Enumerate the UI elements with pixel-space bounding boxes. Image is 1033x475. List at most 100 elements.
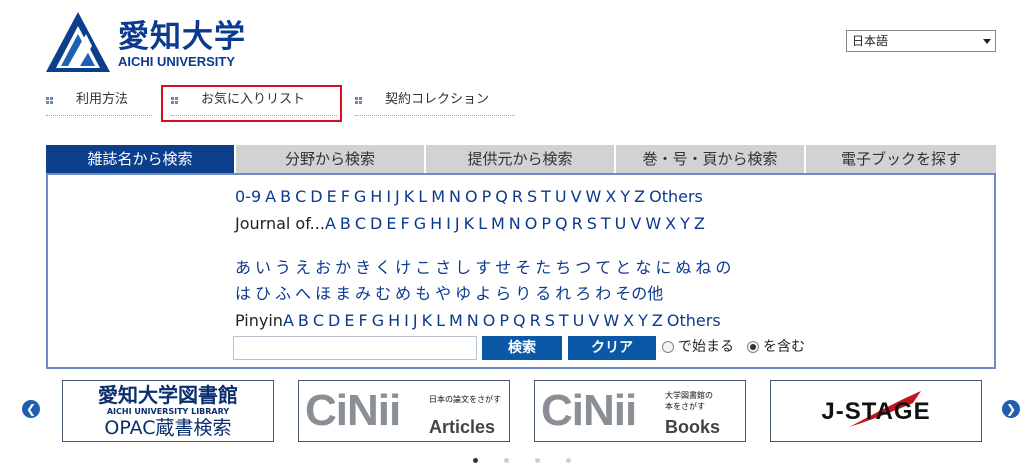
banner-cinii-articles[interactable]: CiNii 日本の論文をさがす Articles (298, 380, 510, 442)
index-link[interactable]: T (559, 311, 569, 330)
index-link[interactable]: け (395, 258, 411, 277)
index-link[interactable]: よ (475, 284, 491, 303)
language-select[interactable]: 日本語 (846, 30, 996, 52)
index-link[interactable]: U (615, 214, 627, 233)
tab-search-by-provider[interactable]: 提供元から検索 (426, 145, 614, 173)
index-link[interactable]: W (603, 311, 619, 330)
index-link[interactable]: あ (235, 258, 251, 277)
index-link[interactable]: P (482, 187, 492, 206)
index-link[interactable]: X (665, 214, 676, 233)
carousel-dot-3[interactable] (535, 458, 540, 463)
index-link[interactable]: な (635, 258, 651, 277)
index-link[interactable]: し (455, 258, 471, 277)
index-link[interactable]: ふ (275, 284, 291, 303)
index-link[interactable]: H (370, 187, 382, 206)
link-usage-guide[interactable]: 利用方法 (46, 88, 152, 116)
index-link[interactable]: Z (634, 187, 645, 206)
index-link[interactable]: れ (555, 284, 571, 303)
index-link[interactable]: も (415, 284, 431, 303)
index-link[interactable]: U (555, 187, 567, 206)
index-link[interactable]: D (370, 214, 382, 233)
index-link[interactable]: N (449, 187, 461, 206)
index-link[interactable]: V (630, 214, 641, 233)
index-link[interactable]: U (573, 311, 585, 330)
title-search-input[interactable] (233, 336, 477, 360)
index-link[interactable]: Others (649, 187, 703, 206)
index-link[interactable]: O (525, 214, 538, 233)
index-link[interactable]: は (235, 284, 251, 303)
index-link[interactable]: に (655, 258, 671, 277)
index-link[interactable]: F (400, 214, 409, 233)
index-link[interactable]: Y (638, 311, 648, 330)
index-link[interactable]: R (572, 214, 583, 233)
index-link[interactable]: L (418, 187, 427, 206)
index-link[interactable]: Y (680, 214, 690, 233)
radio-starts-with[interactable] (662, 341, 674, 353)
index-link[interactable]: り (515, 284, 531, 303)
index-link[interactable]: た (535, 258, 551, 277)
index-link[interactable]: F (341, 187, 350, 206)
index-link[interactable]: て (595, 258, 611, 277)
index-link[interactable]: W (586, 187, 602, 206)
index-link[interactable]: う (275, 258, 291, 277)
index-link[interactable]: ら (495, 284, 511, 303)
index-link[interactable]: Q (513, 311, 526, 330)
index-link[interactable]: B (280, 187, 291, 206)
tab-ebooks[interactable]: 電子ブックを探す (806, 145, 996, 173)
index-link[interactable]: C (295, 187, 306, 206)
carousel-prev-button[interactable]: ❮ (22, 400, 40, 418)
index-link[interactable]: 0-9 (235, 187, 261, 206)
index-link[interactable]: P (541, 214, 551, 233)
index-link[interactable]: O (483, 311, 496, 330)
index-link[interactable]: つ (575, 258, 591, 277)
index-link[interactable]: い (255, 258, 271, 277)
index-link[interactable]: き (355, 258, 371, 277)
index-link[interactable]: O (465, 187, 478, 206)
index-link[interactable]: わ (595, 284, 611, 303)
index-link[interactable]: V (571, 187, 582, 206)
index-link[interactable]: Y (620, 187, 630, 206)
index-link[interactable]: ち (555, 258, 571, 277)
tab-search-by-subject[interactable]: 分野から検索 (236, 145, 424, 173)
index-link[interactable]: H (388, 311, 400, 330)
index-link[interactable]: そ (515, 258, 531, 277)
index-link[interactable]: V (588, 311, 599, 330)
carousel-dot-4[interactable] (566, 458, 571, 463)
index-link[interactable]: A (265, 187, 276, 206)
index-link[interactable]: ろ (575, 284, 591, 303)
index-link[interactable]: I (446, 214, 451, 233)
tab-search-by-volume[interactable]: 巻・号・頁から検索 (616, 145, 804, 173)
index-link[interactable]: T (601, 214, 611, 233)
index-link[interactable]: P (499, 311, 509, 330)
index-link[interactable]: X (605, 187, 616, 206)
index-link[interactable]: J (395, 187, 400, 206)
index-link[interactable]: C (355, 214, 366, 233)
carousel-next-button[interactable]: ❯ (1002, 400, 1020, 418)
index-link[interactable]: く (375, 258, 391, 277)
index-link[interactable]: R (512, 187, 523, 206)
index-link[interactable]: す (475, 258, 491, 277)
index-link[interactable]: W (645, 214, 661, 233)
banner-library-opac[interactable]: 愛知大学図書館 AICHI UNIVERSITY LIBRARY OPAC蔵書検… (62, 380, 274, 442)
index-link[interactable]: E (344, 311, 354, 330)
index-link[interactable]: D (310, 187, 322, 206)
university-logo[interactable]: 愛知大学 AICHI UNIVERSITY (46, 12, 261, 74)
index-link[interactable]: む (375, 284, 391, 303)
index-link[interactable]: せ (495, 258, 511, 277)
index-link[interactable]: ひ (255, 284, 271, 303)
index-link[interactable]: S (527, 187, 537, 206)
index-link[interactable]: の (715, 258, 731, 277)
index-link[interactable]: Q (555, 214, 568, 233)
index-link[interactable]: る (535, 284, 551, 303)
index-link[interactable]: M (491, 214, 505, 233)
radio-contains[interactable] (747, 341, 759, 353)
index-link[interactable]: ぬ (675, 258, 691, 277)
index-link[interactable]: お (315, 258, 331, 277)
index-link[interactable]: み (355, 284, 371, 303)
index-link[interactable]: E (386, 214, 396, 233)
link-subscribed-collections[interactable]: 契約コレクション (355, 88, 515, 116)
index-link[interactable]: S (587, 214, 597, 233)
index-link[interactable]: J (455, 214, 460, 233)
index-link[interactable]: M (431, 187, 445, 206)
index-link[interactable]: R (530, 311, 541, 330)
